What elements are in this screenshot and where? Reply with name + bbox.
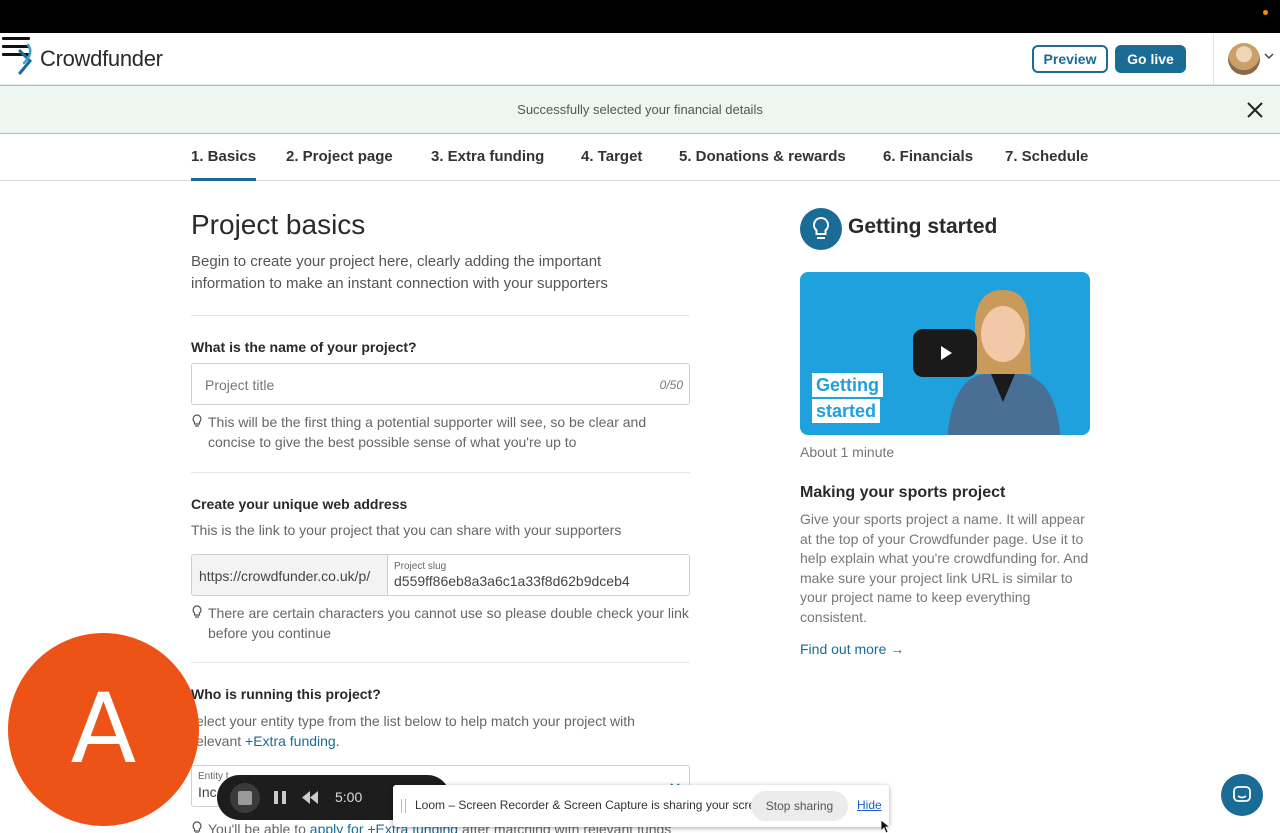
share-message: Loom – Screen Recorder & Screen Capture …	[415, 798, 772, 812]
rewind-icon[interactable]	[302, 791, 318, 804]
tab-financials[interactable]: 6. Financials	[883, 148, 973, 165]
divider	[191, 662, 690, 663]
sidebar-paragraph: Give your sports project a name. It will…	[800, 511, 1089, 625]
entity-help: elect your entity type from the list bel…	[196, 713, 635, 749]
banner-message: Successfully selected your financial det…	[517, 102, 763, 117]
play-icon	[941, 346, 952, 360]
tab-extra-funding[interactable]: 3. Extra funding	[431, 148, 544, 165]
lightbulb-icon	[192, 605, 202, 618]
extra-funding-link[interactable]: +Extra funding.	[245, 733, 340, 749]
tab-target[interactable]: 4. Target	[581, 148, 642, 165]
preview-button[interactable]: Preview	[1032, 45, 1108, 73]
step-navigation: 1. Basics 2. Project page 3. Extra fundi…	[0, 134, 1280, 181]
video-caption-line1: Getting	[812, 373, 883, 397]
page-intro: Begin to create your project here, clear…	[191, 253, 608, 292]
getting-started-video[interactable]: Getting started	[800, 272, 1090, 435]
success-banner: Successfully selected your financial det…	[0, 85, 1280, 134]
pause-icon[interactable]	[274, 791, 286, 804]
lightbulb-icon	[192, 821, 202, 833]
web-address-help: This is the link to your project that yo…	[191, 522, 622, 538]
tab-project-page[interactable]: 2. Project page	[286, 148, 393, 165]
web-address-tip: There are certain characters you cannot …	[191, 603, 691, 643]
chat-icon	[1233, 786, 1251, 802]
stop-sharing-button[interactable]: Stop sharing	[751, 791, 848, 821]
project-title-input[interactable]: Project title 0/50	[191, 363, 690, 405]
header-divider	[1213, 33, 1214, 85]
play-button[interactable]	[913, 329, 977, 377]
tab-schedule[interactable]: 7. Schedule	[1005, 148, 1088, 165]
logo-text: Crowdfunder	[40, 46, 163, 71]
project-name-tip: This will be the first thing a potential…	[191, 412, 691, 452]
project-slug-value: d559ff86eb8a3a6c1a33f8d62b9dceb4	[394, 573, 630, 589]
project-name-label: What is the name of your project?	[191, 339, 417, 355]
site-header: Crowdfunder Preview Go live	[0, 33, 1280, 85]
web-address-label: Create your unique web address	[191, 496, 408, 512]
project-title-placeholder: Project title	[205, 377, 275, 393]
recording-timer: 5:00	[335, 789, 363, 805]
lightbulb-icon	[800, 208, 842, 250]
sidebar-heading: Making your sports project	[800, 484, 1006, 501]
project-slug-label: Project slug	[394, 561, 447, 572]
loom-camera-bubble[interactable]: A	[8, 633, 199, 826]
stop-icon	[238, 791, 252, 805]
mouse-cursor-icon	[881, 820, 891, 833]
video-caption-line2: started	[812, 399, 881, 423]
entity-type-value: Inc	[198, 784, 217, 800]
url-prefix: https://crowdfunder.co.uk/p/	[191, 554, 387, 596]
drag-handle[interactable]	[401, 799, 406, 813]
lightbulb-icon	[192, 414, 202, 427]
project-slug-input[interactable]: Project slug d559ff86eb8a3a6c1a33f8d62b9…	[387, 554, 690, 596]
find-out-more-link[interactable]: Find out more →	[800, 641, 904, 657]
user-avatar[interactable]	[1228, 43, 1260, 75]
crowdfunder-logo-mark-icon	[16, 41, 40, 77]
video-duration: About 1 minute	[800, 444, 895, 460]
screen-top-bar	[0, 0, 1280, 33]
tab-donations-rewards[interactable]: 5. Donations & rewards	[679, 148, 846, 165]
chat-button[interactable]	[1221, 774, 1263, 816]
page-title: Project basics	[191, 209, 366, 240]
go-live-button[interactable]: Go live	[1115, 45, 1186, 73]
getting-started-title: Getting started	[848, 215, 998, 238]
hide-link[interactable]: Hide	[857, 798, 882, 812]
stop-recording-button[interactable]	[230, 783, 260, 813]
divider	[191, 315, 690, 316]
close-icon[interactable]	[1246, 101, 1264, 119]
screen-share-notification: Loom – Screen Recorder & Screen Capture …	[393, 785, 889, 827]
chevron-down-icon[interactable]	[1264, 51, 1274, 61]
crowdfunder-logo[interactable]: Crowdfunder	[16, 41, 163, 77]
entity-label: Who is running this project?	[191, 686, 381, 702]
tab-basics[interactable]: 1. Basics	[191, 148, 257, 181]
divider	[191, 472, 690, 473]
recording-dot	[1263, 10, 1268, 15]
character-count: 0/50	[659, 378, 683, 392]
